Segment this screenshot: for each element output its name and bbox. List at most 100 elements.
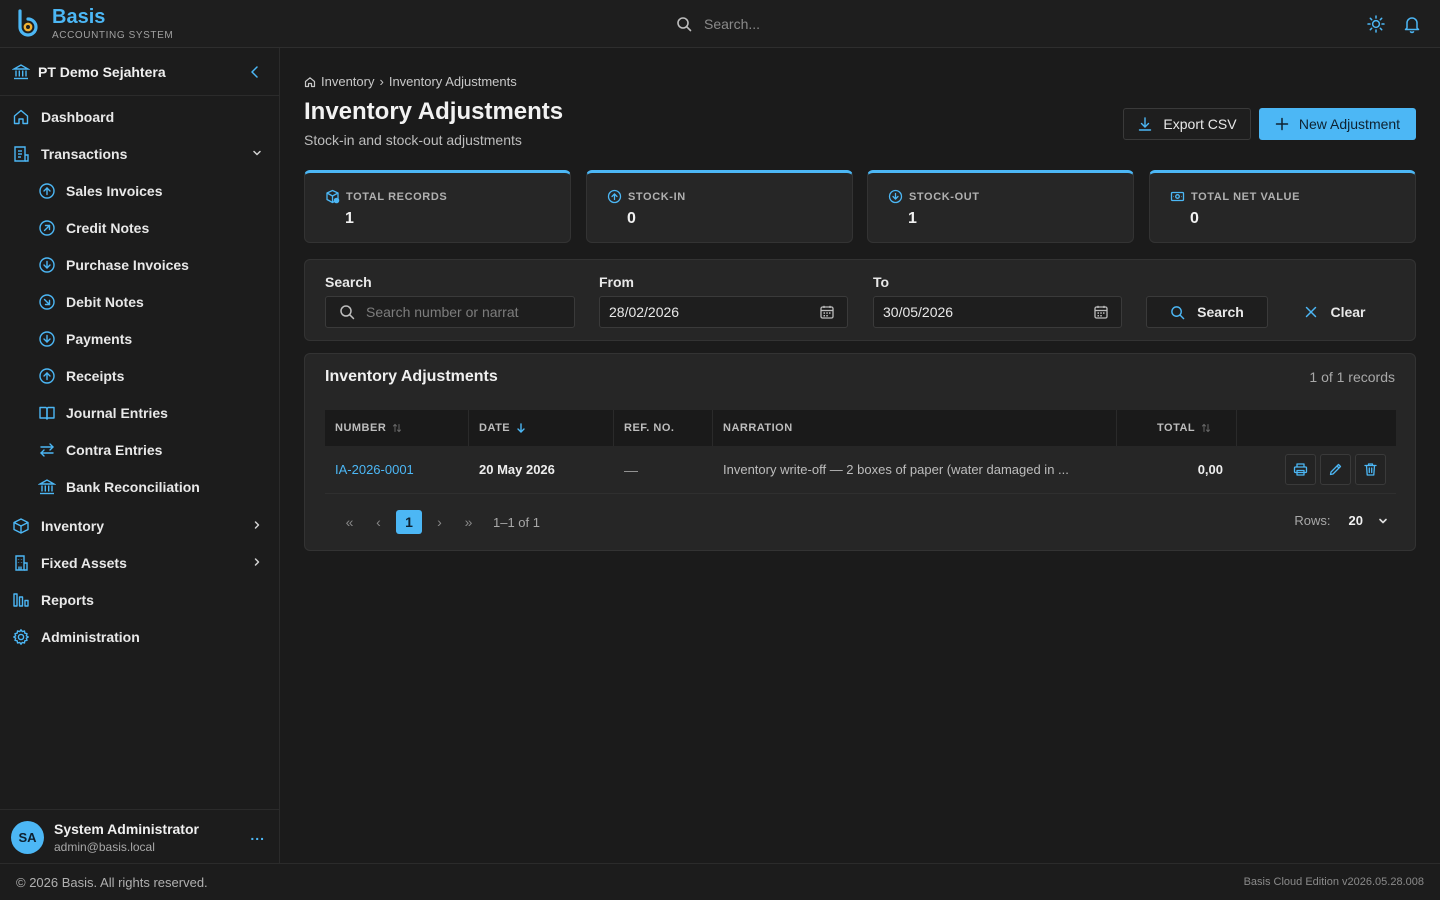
brand-subtitle: ACCOUNTING SYSTEM [52,30,174,41]
sidebar-item-label: Sales Invoices [66,182,163,199]
breadcrumb-current: Inventory Adjustments [388,74,517,89]
sidebar-item-credit-notes[interactable]: Credit Notes [0,209,279,246]
page-1-button[interactable]: 1 [396,510,422,534]
new-adjustment-label: New Adjustment [1298,116,1401,132]
search-button[interactable]: Search [1146,296,1268,328]
new-adjustment-button[interactable]: New Adjustment [1259,108,1416,140]
sidebar-item-transactions[interactable]: Transactions [0,135,279,172]
sidebar-item-debit-notes[interactable]: Debit Notes [0,283,279,320]
sidebar-item-contra-entries[interactable]: Contra Entries [0,431,279,468]
last-page-button[interactable]: » [454,510,483,534]
edit-button[interactable] [1320,454,1351,485]
sidebar-item-label: Bank Reconciliation [66,478,200,495]
column-label: NUMBER [335,422,387,434]
column-header-date[interactable]: DATE [469,410,614,446]
stat-label: TOTAL RECORDS [346,190,448,203]
global-search[interactable] [676,14,916,34]
theme-sun-icon[interactable] [1366,14,1386,34]
user-menu-more-icon[interactable]: ... [250,827,265,843]
sidebar-item-label: Reports [41,591,94,608]
sidebar-item-sales-invoices[interactable]: Sales Invoices [0,172,279,209]
copyright: © 2026 Basis. All rights reserved. [16,875,208,890]
close-icon [1304,305,1318,319]
column-header-ref-no[interactable]: REF. NO. [614,410,713,446]
bar-chart-icon [12,591,30,609]
company-switcher[interactable]: PT Demo Sejahtera [0,48,279,96]
table-row[interactable]: IA-2026-0001 20 May 2026 — Inventory wri… [325,446,1396,494]
sort-icon [1201,423,1211,433]
first-page-button[interactable]: « [335,510,364,534]
home-icon[interactable] [304,76,316,88]
row-ref-no: — [624,461,638,478]
search-icon [339,304,355,320]
sidebar-item-administration[interactable]: Administration [0,618,279,655]
table-title: Inventory Adjustments [325,368,498,385]
clear-button[interactable]: Clear [1290,296,1380,328]
adjustment-number-link[interactable]: IA-2026-0001 [335,462,414,477]
chevron-left-icon[interactable] [247,64,263,80]
footer: © 2026 Basis. All rights reserved. Basis… [0,863,1440,900]
column-header-narration[interactable]: NARRATION [713,410,1117,446]
sidebar-item-bank-reconciliation[interactable]: Bank Reconciliation [0,468,279,505]
avatar[interactable]: SA [11,821,44,854]
calendar-icon[interactable] [1093,304,1109,320]
rows-label: Rows: [1294,513,1331,528]
search-input[interactable]: Search number or narrat [325,296,575,328]
arrow-down-circle-icon [888,189,903,204]
arrow-up-circle-icon [38,182,56,200]
sidebar-item-label: Purchase Invoices [66,256,189,273]
search-icon [1170,305,1185,320]
sidebar-item-label: Inventory [41,517,105,534]
stat-value: 1 [345,210,354,227]
stat-value: 0 [1190,210,1199,227]
stat-card-total-net-value: TOTAL NET VALUE 0 [1149,170,1416,243]
search-icon [676,16,692,32]
to-date-input[interactable]: 30/05/2026 [873,296,1122,328]
building-icon [12,554,30,572]
page-title: Inventory Adjustments [304,98,564,125]
cube-icon [12,517,30,535]
print-button[interactable] [1285,454,1316,485]
table-header: NUMBER DATE REF. NO. NARRATION TOTAL [325,410,1396,446]
column-header-total[interactable]: TOTAL [1117,410,1237,446]
column-header-number[interactable]: NUMBER [325,410,469,446]
chevron-right-icon [251,519,263,531]
company-name: PT Demo Sejahtera [38,63,166,80]
arrows-left-right-icon [38,441,56,459]
arrow-up-circle-icon [38,367,56,385]
adjustments-table-card: Inventory Adjustments 1 of 1 records NUM… [304,353,1416,551]
from-date-value: 28/02/2026 [609,304,680,320]
sidebar-item-payments[interactable]: Payments [0,320,279,357]
brand-name: Basis [52,6,106,28]
user-profile[interactable]: SA System Administrator admin@basis.loca… [0,809,279,863]
column-label: TOTAL [1157,422,1196,434]
sidebar-item-fixed-assets[interactable]: Fixed Assets [0,544,279,581]
pencil-icon [1328,462,1343,477]
sidebar-item-dashboard[interactable]: Dashboard [0,98,279,135]
sidebar-item-inventory[interactable]: Inventory [0,507,279,544]
rows-per-page-select[interactable]: 20 [1343,510,1395,531]
global-search-input[interactable] [704,16,904,32]
delete-button[interactable] [1355,454,1386,485]
row-narration: Inventory write-off — 2 boxes of paper (… [723,462,1069,477]
home-icon [12,108,30,126]
sidebar-item-purchase-invoices[interactable]: Purchase Invoices [0,246,279,283]
breadcrumb-inventory[interactable]: Inventory [321,74,374,89]
sidebar-item-label: Contra Entries [66,441,163,458]
notification-bell-icon[interactable] [1402,14,1422,34]
stat-label: STOCK-IN [628,190,686,203]
from-date-input[interactable]: 28/02/2026 [599,296,848,328]
stat-value: 0 [627,210,636,227]
trash-icon [1363,462,1378,477]
calendar-icon[interactable] [819,304,835,320]
basis-logo-icon[interactable] [16,9,40,37]
sidebar-item-journal-entries[interactable]: Journal Entries [0,394,279,431]
sidebar-item-receipts[interactable]: Receipts [0,357,279,394]
from-label: From [599,274,634,290]
export-csv-button[interactable]: Export CSV [1123,108,1251,140]
page-subtitle: Stock-in and stock-out adjustments [304,132,522,148]
sidebar-item-label: Fixed Assets [41,554,127,571]
next-page-button[interactable]: › [425,510,454,534]
previous-page-button[interactable]: ‹ [364,510,393,534]
sidebar-item-reports[interactable]: Reports [0,581,279,618]
